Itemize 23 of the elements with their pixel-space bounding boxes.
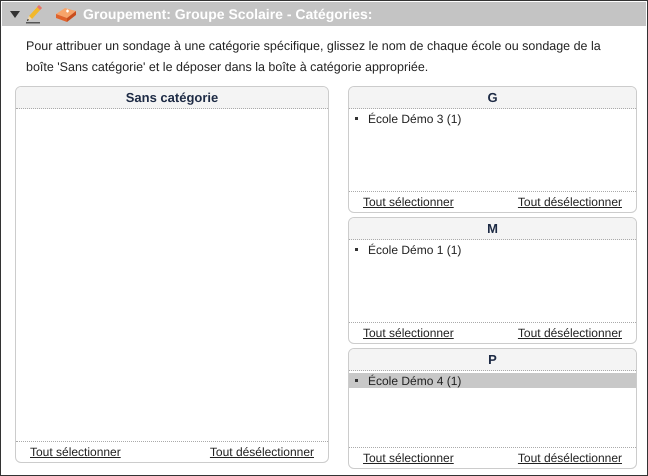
deselect-all-link[interactable]: Tout désélectionner — [210, 445, 314, 459]
bullet-icon — [355, 117, 358, 120]
eraser-icon — [54, 5, 78, 23]
select-all-link[interactable]: Tout sélectionner — [363, 195, 454, 209]
deselect-all-link[interactable]: Tout désélectionner — [518, 451, 622, 465]
select-all-link[interactable]: Tout sélectionner — [363, 451, 454, 465]
category-title: P — [349, 349, 636, 371]
school-item[interactable]: École Démo 3 (1) — [349, 111, 636, 126]
category-title: M — [349, 218, 636, 240]
category-title: G — [349, 87, 636, 109]
school-item[interactable]: École Démo 1 (1) — [349, 242, 636, 257]
school-item[interactable]: École Démo 4 (1) — [349, 373, 636, 388]
instructions-text: Pour attribuer un sondage à une catégorie spécifique, glissez le nom de chaque école ou sondage de la boîte 'Sans catégorie' et le déposer dans la boîte à catégorie appropriée. — [26, 38, 602, 76]
category-title: Sans catégorie — [16, 87, 328, 109]
bullet-icon — [355, 248, 358, 251]
pencil-icon — [25, 4, 43, 24]
select-all-link[interactable]: Tout sélectionner — [363, 326, 454, 340]
deselect-all-link[interactable]: Tout désélectionner — [518, 326, 622, 340]
deselect-all-link[interactable]: Tout désélectionner — [518, 195, 622, 209]
select-all-link[interactable]: Tout sélectionner — [30, 445, 121, 459]
bullet-icon — [355, 379, 358, 382]
collapse-icon[interactable] — [10, 10, 20, 18]
panel-title: Groupement: Groupe Scolaire - Catégories: — [83, 6, 372, 22]
